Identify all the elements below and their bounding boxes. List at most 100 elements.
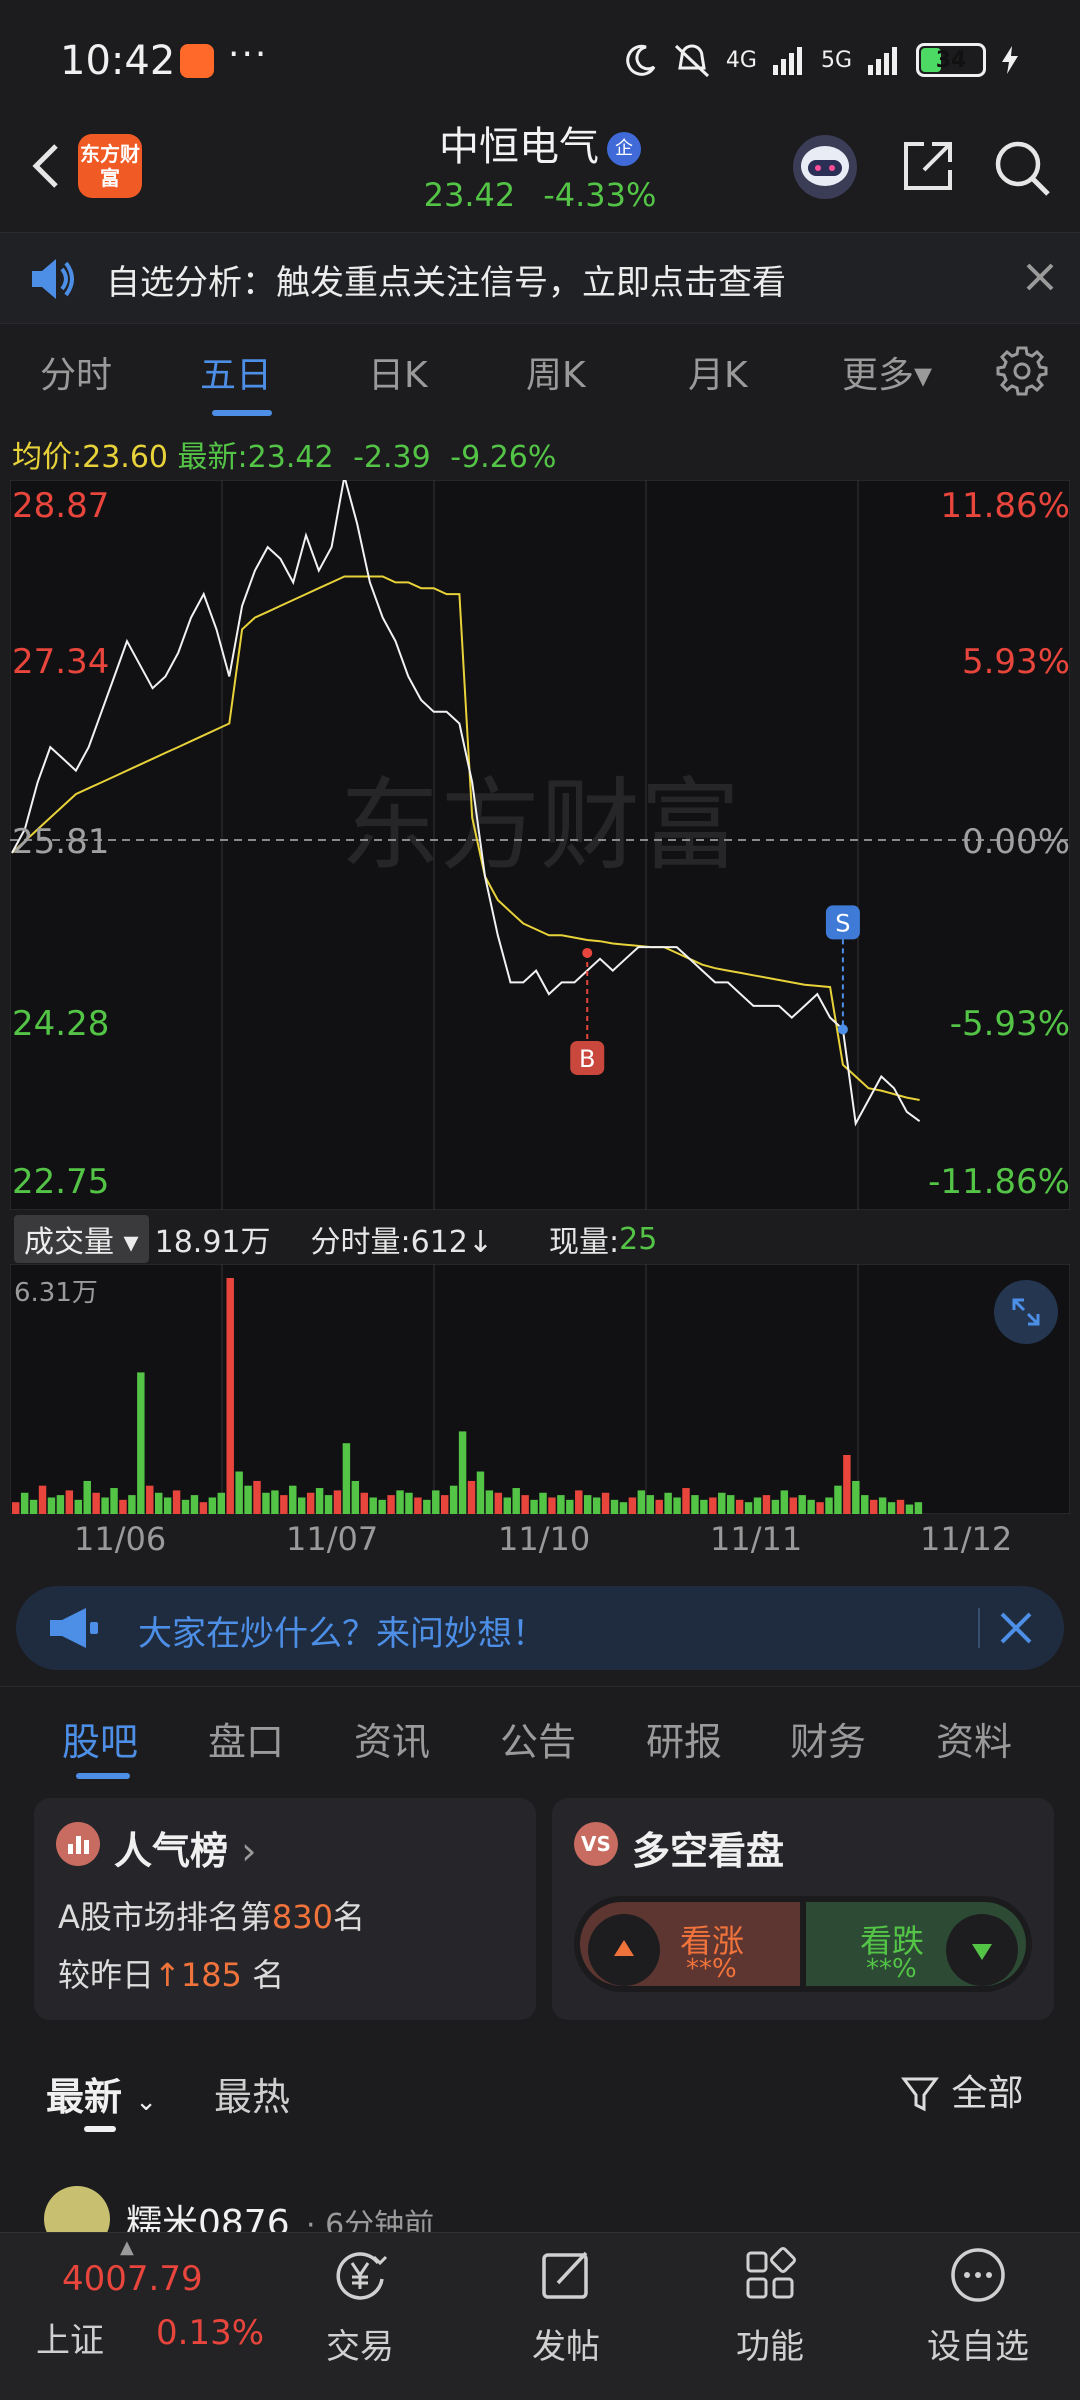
volume-bar bbox=[789, 1497, 797, 1514]
volume-bar bbox=[405, 1492, 413, 1514]
volume-bar bbox=[217, 1492, 225, 1514]
volume-bar bbox=[744, 1502, 753, 1514]
signal-bars-icon bbox=[868, 47, 897, 75]
bottom-navigation: ▲ 4007.79 上证 0.13% 交易 发帖 功能 设自选 bbox=[0, 2232, 1080, 2400]
tab-five-day[interactable]: 五日 bbox=[200, 346, 272, 398]
volume-bar bbox=[65, 1490, 74, 1514]
tab-daily-k[interactable]: 日K bbox=[368, 346, 428, 398]
nav-post[interactable]: 发帖 bbox=[476, 2233, 656, 2400]
latest-price-label: 最新: bbox=[177, 440, 248, 475]
tab-weekly-k[interactable]: 周K bbox=[526, 346, 586, 398]
search-icon[interactable] bbox=[990, 136, 1054, 200]
volume-bar bbox=[280, 1495, 288, 1514]
volume-bar bbox=[20, 1492, 29, 1514]
volume-bar bbox=[521, 1495, 529, 1514]
post-item[interactable]: 糯米0876 · 6分钟前 bbox=[0, 2180, 1080, 2252]
tab-intraday[interactable]: 分时 bbox=[40, 346, 112, 398]
notification-app-icon bbox=[180, 44, 214, 78]
volume-bar bbox=[869, 1499, 878, 1514]
volume-max-label: 6.31万 bbox=[14, 1278, 98, 1308]
volume-bar bbox=[780, 1490, 789, 1514]
mute-icon bbox=[674, 44, 709, 78]
caret-up-icon: ▲ bbox=[120, 2237, 134, 2258]
volume-bar bbox=[83, 1480, 91, 1514]
gear-icon[interactable] bbox=[996, 344, 1048, 396]
index-name[interactable]: 上证 bbox=[36, 2313, 104, 2362]
volume-bar bbox=[566, 1499, 574, 1514]
expand-icon[interactable] bbox=[994, 1280, 1058, 1344]
volume-bar bbox=[423, 1499, 431, 1514]
long-short-title: 多空看盘 bbox=[632, 1829, 785, 1873]
volume-bar bbox=[47, 1497, 56, 1514]
tab-more[interactable]: 更多▾ bbox=[842, 346, 932, 398]
five-day-price-chart[interactable]: 东方财富 B S 28.87 27.34 25.81 24.28 22.75 11.… bbox=[9, 476, 1071, 1211]
volume-bar bbox=[530, 1499, 538, 1514]
signal-banner[interactable]: 自选分析：触发重点关注信号，立即点击查看 bbox=[0, 232, 1080, 324]
tab-news[interactable]: 资讯 bbox=[354, 1711, 430, 1766]
vote-bullish-button[interactable]: 看涨 **% bbox=[580, 1902, 800, 1986]
volume-background bbox=[9, 1263, 1071, 1515]
stock-header: 东方财富 中恒电气企 23.42 -4.33% bbox=[0, 110, 1080, 230]
volume-bar bbox=[235, 1471, 243, 1514]
volume-bar bbox=[440, 1495, 449, 1514]
stock-price: 23.42 bbox=[423, 176, 516, 214]
robot-assistant-icon[interactable] bbox=[790, 132, 860, 202]
volume-bar bbox=[146, 1485, 154, 1514]
filter-button[interactable]: 全部 bbox=[900, 2064, 1023, 2116]
tab-research[interactable]: 研报 bbox=[646, 1711, 722, 1766]
price-change-pct: -9.26% bbox=[450, 440, 557, 475]
nav-post-label: 发帖 bbox=[532, 2327, 600, 2367]
volume-bar bbox=[825, 1497, 833, 1514]
volume-chart bbox=[9, 1263, 1071, 1515]
tab-latest[interactable]: 最新 ⌄ bbox=[46, 2066, 157, 2121]
share-icon[interactable] bbox=[898, 136, 958, 196]
tab-order-book[interactable]: 盘口 bbox=[208, 1711, 284, 1766]
price-summary-line: 均价:23.60 最新:23.42 -2.39 -9.26% bbox=[12, 432, 556, 476]
tab-financials[interactable]: 财务 bbox=[790, 1711, 866, 1766]
volume-bar bbox=[914, 1502, 923, 1514]
chart-period-tabs: 分时 五日 日K 周K 月K 更多▾ bbox=[0, 326, 1080, 422]
bullish-pct: **% bbox=[686, 1954, 737, 1984]
battery-icon: 34 bbox=[916, 43, 986, 77]
volume-indicator-dropdown[interactable]: 成交量 ▾ bbox=[14, 1215, 149, 1263]
volume-bar bbox=[834, 1485, 842, 1514]
volume-bar bbox=[557, 1495, 565, 1514]
volume-bar bbox=[172, 1490, 181, 1514]
volume-bar bbox=[485, 1490, 494, 1514]
tab-monthly-k[interactable]: 月K bbox=[688, 346, 748, 398]
volume-bar bbox=[29, 1499, 38, 1514]
grid-icon bbox=[746, 2247, 796, 2299]
volume-bar bbox=[297, 1497, 306, 1514]
signal-5g-label: 5G bbox=[820, 47, 852, 73]
nav-trade[interactable]: 交易 bbox=[270, 2233, 450, 2400]
tab-forum[interactable]: 股吧 bbox=[62, 1711, 138, 1766]
volume-bar bbox=[861, 1495, 869, 1514]
volume-bar bbox=[181, 1499, 190, 1514]
sell-marker-dot bbox=[837, 1024, 848, 1035]
close-icon[interactable] bbox=[1020, 257, 1060, 297]
volume-bar bbox=[700, 1499, 708, 1514]
volume-bar bbox=[226, 1278, 234, 1514]
nav-functions-label: 功能 bbox=[736, 2327, 804, 2367]
volume-bar bbox=[503, 1497, 511, 1514]
nav-add-watchlist-label: 设自选 bbox=[927, 2327, 1029, 2367]
more-notifications-icon: ··· bbox=[228, 34, 269, 75]
volume-bar bbox=[575, 1490, 583, 1514]
vote-bearish-button[interactable]: 看跌 **% bbox=[806, 1902, 1026, 1986]
index-value[interactable]: 4007.79 bbox=[62, 2259, 203, 2299]
nav-add-watchlist[interactable]: 设自选 bbox=[888, 2233, 1068, 2400]
ai-ask-bar[interactable]: 大家在炒什么？来问妙想！ bbox=[16, 1586, 1064, 1670]
volume-bar bbox=[673, 1497, 681, 1514]
moon-icon bbox=[626, 44, 656, 76]
popularity-card[interactable]: 人气榜 › A股市场排名第830名 较昨日↑185 名 bbox=[34, 1798, 536, 2020]
volume-bar bbox=[807, 1499, 815, 1514]
index-change-pct[interactable]: 0.13% bbox=[156, 2313, 264, 2353]
tab-hottest[interactable]: 最热 bbox=[214, 2066, 290, 2121]
nav-functions[interactable]: 功能 bbox=[680, 2233, 860, 2400]
tab-profile[interactable]: 资料 bbox=[936, 1711, 1012, 1766]
filter-icon bbox=[901, 2077, 939, 2112]
date-label: 11/12 bbox=[920, 1520, 1013, 1558]
volume-bar bbox=[12, 1502, 20, 1514]
close-icon[interactable] bbox=[994, 1606, 1038, 1650]
tab-announcements[interactable]: 公告 bbox=[500, 1711, 576, 1766]
